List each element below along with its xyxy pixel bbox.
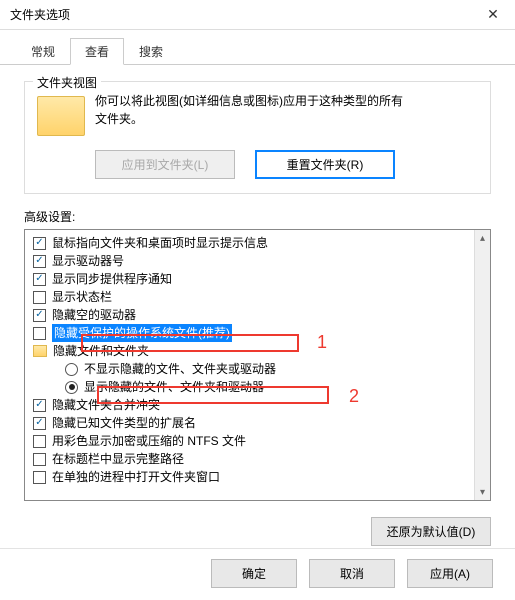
tree-item-label: 隐藏已知文件类型的扩展名 (52, 414, 196, 432)
ok-button[interactable]: 确定 (211, 559, 297, 588)
tree-item-5[interactable]: 隐藏受保护的操作系统文件(推荐) (31, 324, 490, 342)
checkbox-icon[interactable]: ✓ (33, 273, 46, 286)
tree-item-9[interactable]: ✓ 隐藏文件夹合并冲突 (31, 396, 490, 414)
tree-item-13[interactable]: 在单独的进程中打开文件夹窗口 (31, 468, 490, 486)
tab-search[interactable]: 搜索 (124, 38, 178, 65)
folder-view-legend: 文件夹视图 (33, 74, 101, 91)
tree-scrollbar[interactable]: ▴ ▾ (474, 230, 490, 500)
tree-item-6[interactable]: 隐藏文件和文件夹 (31, 342, 490, 360)
checkbox-icon[interactable]: ✓ (33, 399, 46, 412)
tree-item-12[interactable]: 在标题栏中显示完整路径 (31, 450, 490, 468)
checkbox-icon[interactable] (33, 453, 46, 466)
folder-view-group: 文件夹视图 你可以将此视图(如详细信息或图标)应用于这种类型的所有 文件夹。 应… (24, 81, 491, 194)
tree-item-label: 不显示隐藏的文件、文件夹或驱动器 (84, 360, 276, 378)
folder-view-description: 你可以将此视图(如详细信息或图标)应用于这种类型的所有 文件夹。 (95, 92, 403, 136)
tree-item-label: 显示同步提供程序通知 (52, 270, 172, 288)
radio-icon[interactable] (65, 363, 78, 376)
tree-item-4[interactable]: ✓ 隐藏空的驱动器 (31, 306, 490, 324)
scroll-down-icon[interactable]: ▾ (475, 484, 490, 500)
tree-item-7[interactable]: 不显示隐藏的文件、文件夹或驱动器 (31, 360, 490, 378)
tree-item-label: 隐藏空的驱动器 (52, 306, 136, 324)
tree-item-label: 隐藏文件和文件夹 (53, 342, 149, 360)
tree-item-2[interactable]: ✓ 显示同步提供程序通知 (31, 270, 490, 288)
tabstrip: 常规 查看 搜索 (0, 30, 515, 65)
tree-item-label: 隐藏文件夹合并冲突 (52, 396, 160, 414)
annotation-label-2: 2 (349, 386, 359, 407)
scroll-up-icon[interactable]: ▴ (475, 230, 490, 246)
window-title: 文件夹选项 (10, 6, 70, 23)
tree-item-label: 显示状态栏 (52, 288, 112, 306)
checkbox-icon[interactable]: ✓ (33, 309, 46, 322)
tree-item-label: 显示驱动器号 (52, 252, 124, 270)
tree-item-8[interactable]: 显示隐藏的文件、文件夹和驱动器 (31, 378, 490, 396)
tree-item-label: 隐藏受保护的操作系统文件(推荐) (52, 324, 232, 342)
radio-icon[interactable] (65, 381, 78, 394)
cancel-button[interactable]: 取消 (309, 559, 395, 588)
titlebar: 文件夹选项 ✕ (0, 0, 515, 30)
checkbox-icon[interactable]: ✓ (33, 417, 46, 430)
tab-view-panel: 文件夹视图 你可以将此视图(如详细信息或图标)应用于这种类型的所有 文件夹。 应… (0, 65, 515, 507)
checkbox-icon[interactable]: ✓ (33, 255, 46, 268)
apply-to-folders-button: 应用到文件夹(L) (95, 150, 235, 179)
tree-item-label: 在单独的进程中打开文件夹窗口 (52, 468, 220, 486)
tree-item-10[interactable]: ✓ 隐藏已知文件类型的扩展名 (31, 414, 490, 432)
tree-item-3[interactable]: 显示状态栏 (31, 288, 490, 306)
annotation-label-1: 1 (317, 332, 327, 353)
folder-icon (37, 96, 85, 136)
restore-defaults-button[interactable]: 还原为默认值(D) (371, 517, 491, 546)
tree-item-label: 显示隐藏的文件、文件夹和驱动器 (84, 378, 264, 396)
dialog-footer: 确定 取消 应用(A) (0, 548, 515, 600)
tree-item-11[interactable]: 用彩色显示加密或压缩的 NTFS 文件 (31, 432, 490, 450)
tree-item-1[interactable]: ✓ 显示驱动器号 (31, 252, 490, 270)
tree-item-label: 鼠标指向文件夹和桌面项时显示提示信息 (52, 234, 268, 252)
advanced-settings-tree[interactable]: ✓ 鼠标指向文件夹和桌面项时显示提示信息 ✓ 显示驱动器号 ✓ 显示同步提供程序通知显示状… (24, 229, 491, 501)
folder-small-icon (33, 345, 47, 357)
tree-item-0[interactable]: ✓ 鼠标指向文件夹和桌面项时显示提示信息 (31, 234, 490, 252)
tree-item-label: 在标题栏中显示完整路径 (52, 450, 184, 468)
folder-view-desc-line2: 文件夹。 (95, 110, 403, 128)
tree-item-label: 用彩色显示加密或压缩的 NTFS 文件 (52, 432, 246, 450)
checkbox-icon[interactable] (33, 327, 46, 340)
advanced-settings-label: 高级设置: (24, 208, 491, 225)
checkbox-icon[interactable] (33, 435, 46, 448)
checkbox-icon[interactable] (33, 291, 46, 304)
checkbox-icon[interactable] (33, 471, 46, 484)
apply-button[interactable]: 应用(A) (407, 559, 493, 588)
tab-view[interactable]: 查看 (70, 38, 124, 65)
folder-view-desc-line1: 你可以将此视图(如详细信息或图标)应用于这种类型的所有 (95, 92, 403, 110)
checkbox-icon[interactable]: ✓ (33, 237, 46, 250)
close-icon[interactable]: ✕ (471, 1, 515, 29)
reset-folders-button[interactable]: 重置文件夹(R) (255, 150, 395, 179)
tab-general[interactable]: 常规 (16, 38, 70, 65)
